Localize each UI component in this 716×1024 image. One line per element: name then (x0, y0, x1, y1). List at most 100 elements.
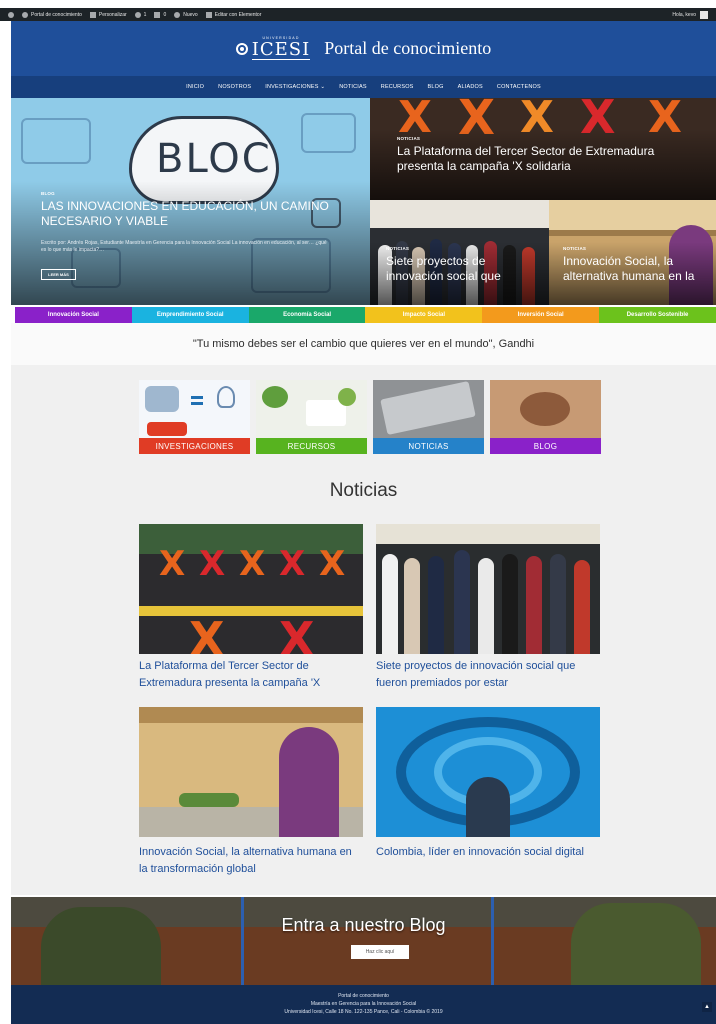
plant-illustration (338, 388, 356, 406)
post-category[interactable]: BLOG (41, 191, 55, 196)
paper-illustration (306, 400, 346, 426)
logo-main: ICESI (251, 38, 311, 60)
news-image[interactable] (376, 524, 600, 654)
quick-link-recursos[interactable]: RECURSOS (256, 380, 367, 454)
quick-link-image (490, 380, 601, 438)
admin-elementor-link[interactable]: Editar con Elementor (205, 11, 262, 18)
x-mark-decoration: X (279, 544, 306, 584)
admin-site-label: Portal de conocimiento (31, 11, 82, 18)
quick-link-blog[interactable]: BLOG (490, 380, 601, 454)
x-mark-decoration: X (319, 544, 346, 584)
column-shape (491, 897, 494, 985)
photo-banner (376, 524, 600, 544)
quick-link-noticias[interactable]: NOTICIAS (373, 380, 484, 454)
post-category[interactable]: NOTICIAS (386, 246, 409, 251)
hero-post-bottom-right[interactable]: NOTICIAS Innovación Social, la alternati… (549, 200, 716, 305)
person-figure (574, 560, 590, 654)
person-figure (382, 554, 398, 654)
woman-figure (279, 727, 339, 837)
hero-post-bottom-left[interactable]: NOTICIAS Siete proyectos de innovación s… (370, 200, 549, 305)
site-title[interactable]: Portal de conocimiento (324, 38, 491, 59)
table-edge (139, 606, 363, 616)
quick-link-investigaciones[interactable]: INVESTIGACIONES (139, 380, 250, 454)
post-title[interactable]: La Plataforma del Tercer Sector de Extre… (397, 144, 697, 174)
nav-item-nosotros[interactable]: NOSOTROS (218, 84, 251, 90)
refresh-icon (134, 11, 141, 18)
blog-banner-title: Entra a nuestro Blog (281, 915, 446, 935)
wall-band (139, 707, 363, 723)
category-emprendimiento-social[interactable]: Emprendimiento Social (131, 307, 249, 323)
newspaper-illustration (380, 381, 476, 435)
admin-updates-count: 1 (143, 11, 147, 18)
post-category[interactable]: NOTICIAS (563, 246, 586, 251)
blog-cta-button[interactable]: Haz clic aquí (351, 945, 409, 959)
icesi-logo[interactable]: UNIVERSIDAD ICESI (235, 37, 311, 60)
person-figure (478, 558, 494, 654)
quick-link-label: INVESTIGACIONES (139, 438, 250, 454)
category-economia-social[interactable]: Economía Social (248, 307, 366, 323)
footer-line: Universidad Icesi, Calle 18 No. 122-135 … (284, 1008, 443, 1015)
read-more-button[interactable]: LEER MÁS (41, 269, 76, 280)
hero-grid: BLOC BLOG LAS INNOVACIONES EN EDUCACIÓN,… (11, 98, 716, 305)
news-title[interactable]: Innovación Social, la alternativa humana… (139, 844, 363, 878)
person-figure (404, 558, 420, 654)
person-figure (502, 554, 518, 654)
nav-item-recursos[interactable]: RECURSOS (381, 84, 414, 90)
category-impacto-social[interactable]: Impacto Social (365, 307, 483, 323)
admin-new-link[interactable]: Nuevo (174, 11, 198, 18)
event-backdrop (370, 200, 549, 228)
doodle-shape (301, 113, 356, 153)
news-title[interactable]: La Plataforma del Tercer Sector de Extre… (139, 658, 363, 692)
hero-post-top-right[interactable]: X X X X X NOTICIAS La Plataforma del Ter… (370, 98, 716, 200)
people-illustration (145, 386, 179, 412)
admin-account[interactable]: Hola, kevo (672, 10, 708, 19)
admin-greeting: Hola, kevo (672, 11, 696, 18)
plus-icon (174, 11, 181, 18)
hero-main-post[interactable]: BLOC BLOG LAS INNOVACIONES EN EDUCACIÓN,… (11, 98, 370, 305)
avatar (700, 10, 708, 19)
equals-shape (191, 396, 203, 399)
wordpress-icon[interactable] (8, 11, 14, 18)
column-shape (241, 897, 244, 985)
admin-updates-link[interactable]: 1 (134, 11, 147, 18)
post-category[interactable]: NOTICIAS (397, 136, 420, 141)
quick-link-label: NOTICIAS (373, 438, 484, 454)
category-desarrollo-sostenible[interactable]: Desarrollo Sostenible (599, 307, 716, 323)
news-image[interactable]: X X X X X X X (139, 524, 363, 654)
quick-link-label: BLOG (490, 438, 601, 454)
page: Portal de conocimiento Personalizar 1 0 … (0, 0, 716, 1024)
main-nav: INICIO NOSOTROS INVESTIGACIONES ⌄ NOTICI… (11, 76, 716, 98)
news-title[interactable]: Colombia, líder en innovación social dig… (376, 844, 600, 861)
nav-item-contactenos[interactable]: CONTACTENOS (497, 84, 541, 90)
x-mark-decoration: X (279, 612, 315, 654)
news-image[interactable] (376, 707, 600, 837)
arrow-up-icon[interactable]: ▲ (702, 1002, 712, 1012)
post-title[interactable]: Siete proyectos de innovación social que (386, 254, 536, 284)
news-image[interactable] (139, 707, 363, 837)
site-header: UNIVERSIDAD ICESI Portal de conocimiento (11, 21, 716, 76)
admin-elementor-label: Editar con Elementor (214, 11, 262, 18)
quick-link-image (139, 380, 250, 438)
admin-customize-label: Personalizar (98, 11, 127, 18)
admin-site-link[interactable]: Portal de conocimiento (22, 11, 82, 18)
category-innovacion-social[interactable]: Innovación Social (15, 307, 132, 323)
admin-customize-link[interactable]: Personalizar (89, 11, 127, 18)
quote: "Tu mismo debes ser el cambio que quiere… (11, 323, 716, 365)
category-bar: Innovación Social Emprendimiento Social … (15, 307, 716, 323)
post-title[interactable]: LAS INNOVACIONES EN EDUCACIÓN, UN CAMINO… (41, 199, 341, 229)
nav-item-blog[interactable]: BLOG (428, 84, 444, 90)
hands-illustration (520, 392, 570, 426)
nav-item-inicio[interactable]: INICIO (186, 84, 204, 90)
doodle-shape (21, 118, 91, 164)
footer-line: Maestría en Gerencia para la Innovación … (310, 1000, 417, 1007)
admin-comments-link[interactable]: 0 (154, 11, 166, 18)
logo-emblem-icon (235, 42, 248, 55)
nav-item-noticias[interactable]: NOTICIAS (339, 84, 367, 90)
category-inversion-social[interactable]: Inversión Social (482, 307, 600, 323)
quick-link-image (373, 380, 484, 438)
nav-item-aliados[interactable]: ALIADOS (458, 84, 483, 90)
news-title[interactable]: Siete proyectos de innovación social que… (376, 658, 600, 692)
x-mark-decoration: X (199, 544, 226, 584)
nav-item-investigaciones[interactable]: INVESTIGACIONES ⌄ (265, 84, 325, 90)
post-title[interactable]: Innovación Social, la alternativa humana… (563, 254, 708, 284)
